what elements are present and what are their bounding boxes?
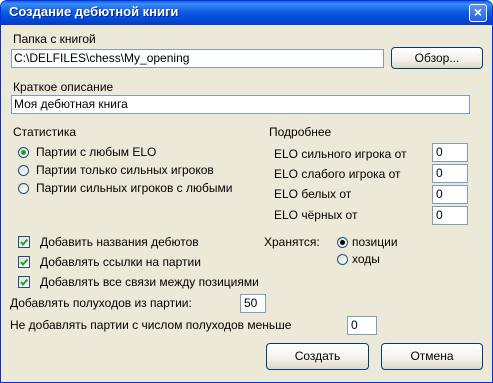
elo-black-input[interactable]: 0 [432,206,468,225]
title-bar[interactable]: Создание дебютной книги × [1,1,492,25]
stats-option-label: Партии с любым ELO [36,145,157,159]
elo-white-label: ELO белых от [274,187,352,201]
elo-weak-label: ELO слабого игрока от [274,167,401,181]
description-label: Краткое описание [13,80,114,94]
store-option-label: позиции [352,235,398,249]
elo-white-input[interactable]: 0 [432,185,468,204]
stats-option-label: Партии только сильных игроков [36,163,214,177]
add-game-links-label: Добавлять ссылки на партии [40,255,201,269]
add-opening-names-checkbox[interactable] [18,236,30,248]
checkmark-icon [20,258,29,267]
min-halfmoves-input[interactable]: 0 [347,316,377,335]
details-label: Подробнее [269,125,332,139]
stats-radio-strong-vs-any[interactable] [18,183,29,194]
dialog-body: Папка с книгой C:\DELFILES\chess\My_open… [4,25,489,380]
folder-input[interactable]: C:\DELFILES\chess\My_opening [11,49,384,68]
cancel-button[interactable]: Отмена [381,343,483,370]
add-all-links-label: Добавлять все связи между позициями [40,275,259,289]
elo-black-label: ELO чёрных от [274,208,358,222]
stats-option-label: Партии сильных игроков с любыми [36,181,233,195]
halfmoves-input[interactable]: 50 [240,294,266,313]
add-all-links-checkbox[interactable] [18,276,30,288]
checkmark-icon [20,238,29,247]
store-option-label: ходы [352,252,380,266]
add-opening-names-label: Добавить названия дебютов [40,235,199,249]
add-game-links-checkbox[interactable] [18,256,30,268]
elo-weak-input[interactable]: 0 [432,164,468,183]
elo-strong-label: ELO сильного игрока от [274,147,407,161]
create-button[interactable]: Создать [266,343,369,370]
store-radio-moves[interactable] [337,254,348,265]
stats-label: Статистика [13,125,77,139]
elo-strong-input[interactable]: 0 [432,143,468,162]
dialog-window: Создание дебютной книги × Папка с книгой… [0,0,493,383]
folder-label: Папка с книгой [13,32,96,46]
stats-radio-any-elo[interactable] [18,147,29,158]
store-label: Хранятся: [264,235,320,249]
window-title: Создание дебютной книги [9,4,179,19]
description-input[interactable]: Моя дебютная книга [11,95,470,114]
halfmoves-label: Добавлять полуходов из партии: [10,296,192,310]
stats-radio-strong-only[interactable] [18,165,29,176]
store-radio-positions[interactable] [337,237,348,248]
checkmark-icon [20,278,29,287]
min-halfmoves-label: Не добавлять партии с числом полуходов м… [10,318,292,332]
close-icon[interactable]: × [469,4,487,22]
browse-button[interactable]: Обзор... [391,47,483,69]
